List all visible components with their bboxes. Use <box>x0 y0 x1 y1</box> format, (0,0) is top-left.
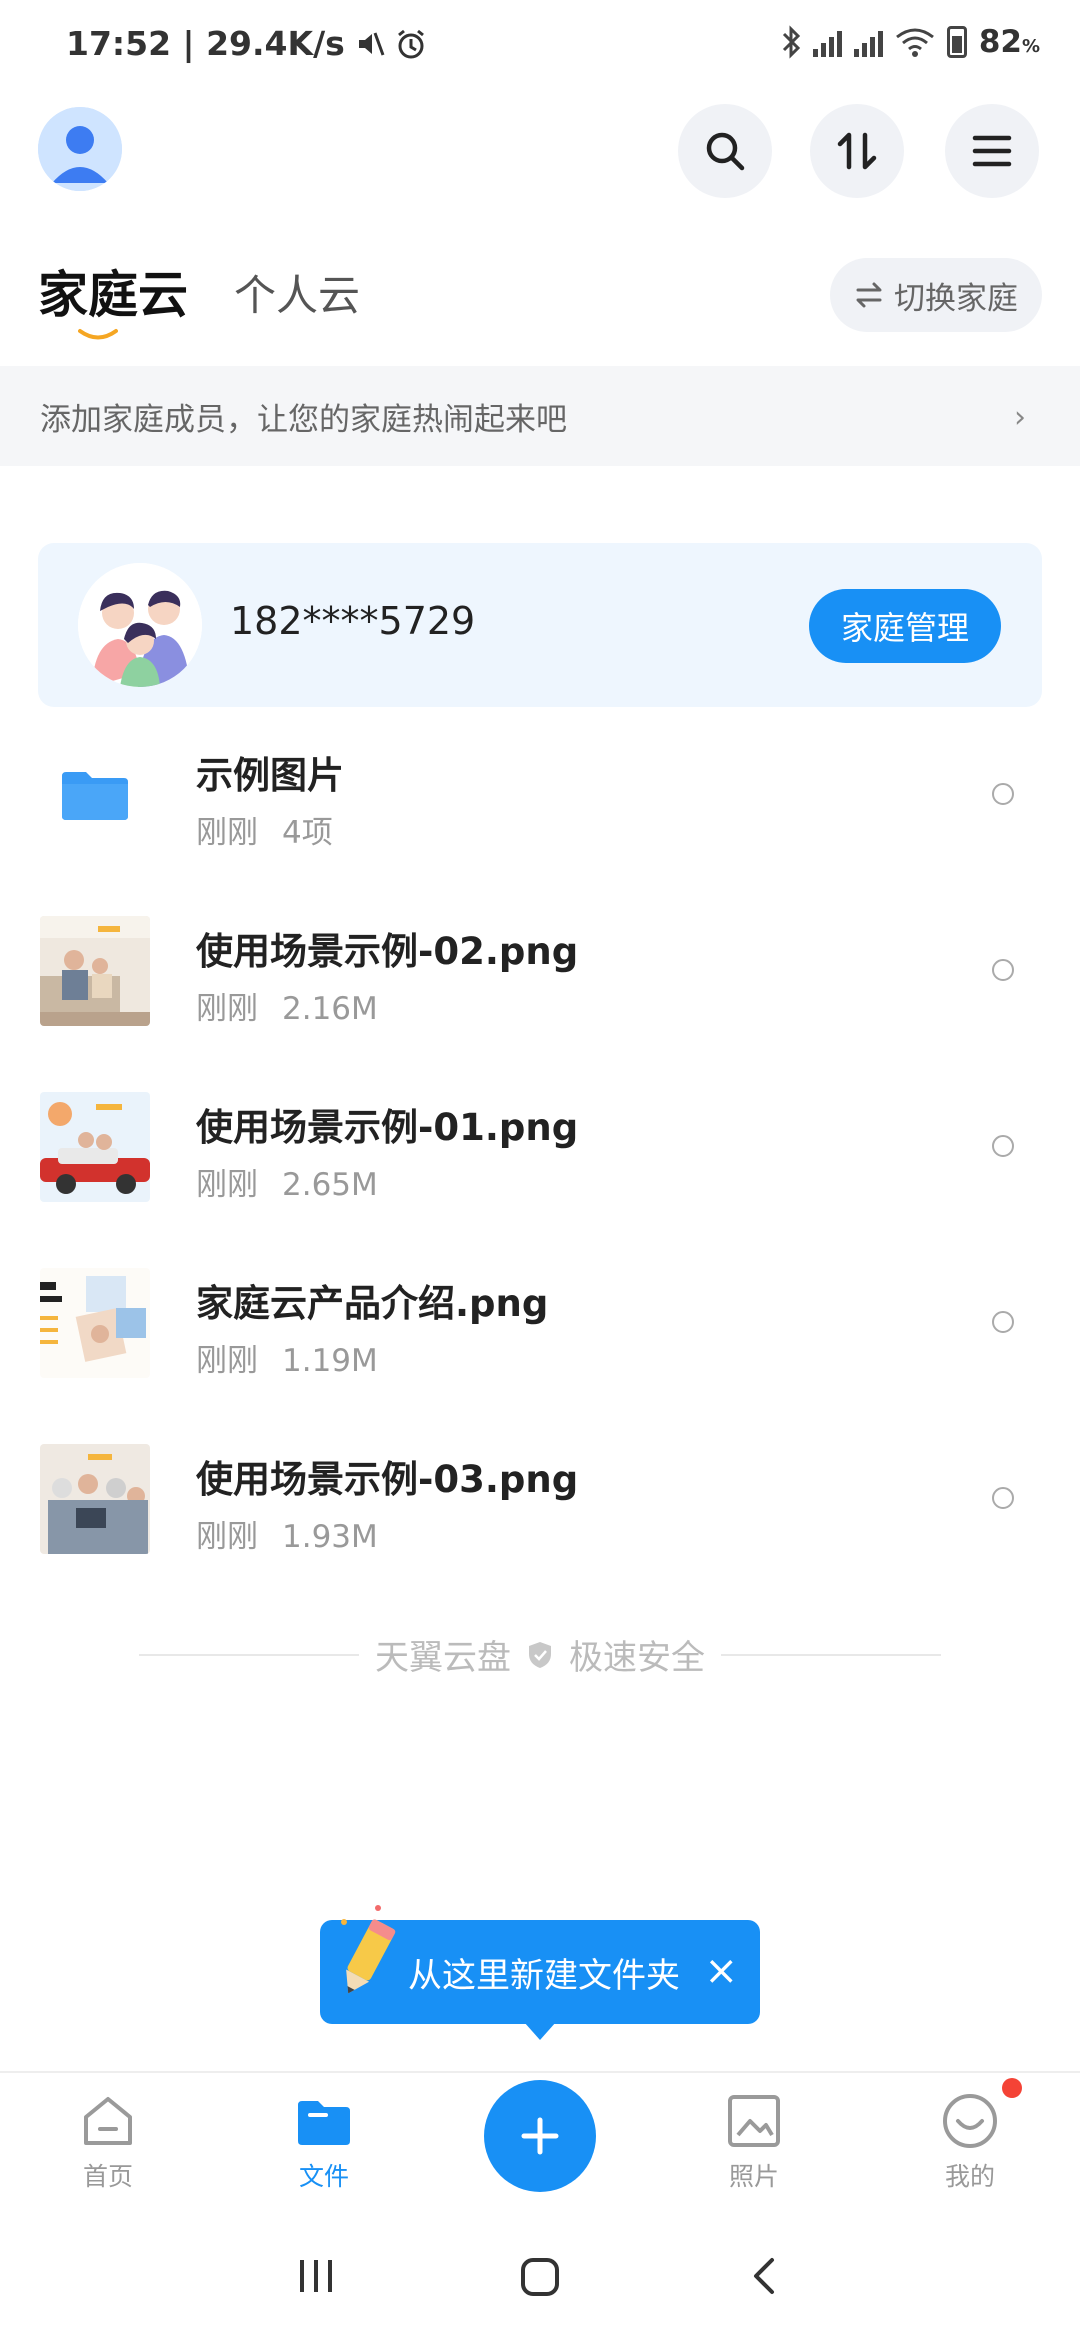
status-bar: 17:52 | 29.4K/s 82% <box>0 0 1080 96</box>
photo-icon <box>728 2095 780 2147</box>
footer-slogan: 天翼云盘 极速安全 <box>0 1630 1080 1679</box>
invite-text: 添加家庭成员，让您的家庭热闹起来吧 <box>40 401 567 438</box>
select-radio[interactable] <box>992 1487 1014 1509</box>
close-icon[interactable]: × <box>704 1946 738 1996</box>
chevron-right-icon: › <box>1014 400 1026 435</box>
file-name: 家庭云产品介绍.png <box>196 1282 549 1325</box>
tab-underline <box>78 329 118 340</box>
switch-family-button[interactable]: 切换家庭 <box>830 258 1042 332</box>
recents-icon[interactable] <box>296 2256 336 2296</box>
list-item[interactable]: 示例图片 刚刚 4项 <box>0 707 1080 883</box>
search-icon <box>706 132 745 171</box>
list-item[interactable]: 家庭云产品介绍.png 刚刚 1.19M <box>0 1235 1080 1411</box>
list-item[interactable]: 使用场景示例-03.png 刚刚 1.93M <box>0 1411 1080 1587</box>
select-radio[interactable] <box>992 1135 1014 1157</box>
nav-label: 首页 <box>82 2162 133 2191</box>
file-thumb <box>40 1268 150 1378</box>
switch-family-label: 切换家庭 <box>894 280 1018 317</box>
nav-label: 照片 <box>728 2162 779 2191</box>
battery-icon <box>946 26 967 58</box>
family-phone: 182****5729 <box>230 599 476 643</box>
select-radio[interactable] <box>992 959 1014 981</box>
tooltip-text: 从这里新建文件夹 <box>408 1955 680 1996</box>
image-thumbnail-icon <box>40 916 150 1026</box>
family-avatar <box>78 563 202 687</box>
file-meta: 刚刚 2.16M <box>196 991 378 1027</box>
status-time: 17:52 | 29.4K/s <box>66 24 345 63</box>
tab-family-cloud[interactable]: 家庭云 <box>38 255 188 327</box>
file-thumb <box>40 1092 150 1202</box>
family-manage-button[interactable]: 家庭管理 <box>809 589 1001 663</box>
notification-badge <box>1002 2078 1022 2098</box>
signal-icon <box>812 27 842 57</box>
file-meta: 刚刚 1.93M <box>196 1519 378 1555</box>
avatar[interactable] <box>38 107 122 191</box>
nav-mine[interactable]: 我的 <box>900 2091 1040 2193</box>
status-left: 17:52 | 29.4K/s <box>66 24 427 63</box>
smile-icon <box>943 2094 997 2148</box>
nav-files[interactable]: 文件 <box>254 2091 394 2193</box>
home-nav-icon[interactable] <box>519 2256 561 2298</box>
pencil-icon <box>341 1905 396 1994</box>
list-item[interactable]: 使用场景示例-02.png 刚刚 2.16M <box>0 883 1080 1059</box>
menu-icon <box>972 135 1012 167</box>
tab-personal-cloud[interactable]: 个人云 <box>234 262 360 323</box>
search-button[interactable] <box>678 104 772 198</box>
nav-label: 文件 <box>298 2162 349 2191</box>
bluetooth-icon <box>782 25 800 59</box>
plus-icon <box>521 2117 559 2155</box>
nav-home[interactable]: 首页 <box>38 2091 178 2193</box>
family-illustration-icon <box>78 563 202 687</box>
file-meta: 刚刚 2.65M <box>196 1167 378 1203</box>
file-thumb <box>40 740 150 850</box>
home-icon <box>84 2097 132 2145</box>
file-meta: 刚刚 4项 <box>196 815 333 851</box>
avatar-icon <box>38 107 122 191</box>
file-name: 使用场景示例-03.png <box>196 1458 579 1501</box>
file-name: 使用场景示例-01.png <box>196 1106 579 1149</box>
folder-icon <box>62 772 128 820</box>
list-item[interactable]: 使用场景示例-01.png 刚刚 2.65M <box>0 1059 1080 1235</box>
nav-photos[interactable]: 照片 <box>684 2091 824 2193</box>
nav-label: 我的 <box>944 2162 995 2191</box>
file-name: 示例图片 <box>196 754 344 797</box>
file-thumb <box>40 916 150 1026</box>
shield-icon <box>529 1641 551 1668</box>
folder-icon <box>298 2101 350 2145</box>
back-icon[interactable] <box>748 2256 778 2296</box>
mute-icon <box>358 31 385 56</box>
slogan-brand: 天翼云盘 <box>375 1638 511 1678</box>
divider <box>721 1653 941 1656</box>
transfer-icon <box>837 132 877 170</box>
transfer-button[interactable] <box>810 104 904 198</box>
file-thumb <box>40 1444 150 1554</box>
status-right: 82% <box>781 24 1040 60</box>
divider <box>139 1653 359 1656</box>
image-thumbnail-icon <box>40 1092 150 1202</box>
select-radio[interactable] <box>992 783 1014 805</box>
invite-banner[interactable]: 添加家庭成员，让您的家庭热闹起来吧 › <box>0 366 1080 466</box>
battery-level: 82% <box>978 24 1040 60</box>
file-meta: 刚刚 1.19M <box>196 1343 378 1379</box>
file-name: 使用场景示例-02.png <box>196 930 579 973</box>
tooltip-pointer <box>524 2022 556 2040</box>
select-radio[interactable] <box>992 1311 1014 1333</box>
slogan-tagline: 极速安全 <box>569 1638 705 1678</box>
system-nav-bar <box>0 2211 1080 2340</box>
menu-button[interactable] <box>945 104 1039 198</box>
new-folder-tooltip: 从这里新建文件夹 × <box>320 1905 760 2024</box>
switch-icon <box>856 282 882 308</box>
wifi-icon <box>895 28 934 57</box>
add-button[interactable] <box>484 2080 596 2192</box>
signal-hd-icon <box>853 27 883 57</box>
image-thumbnail-icon <box>40 1444 150 1554</box>
alarm-icon <box>397 29 424 58</box>
family-card: 182****5729 家庭管理 <box>38 543 1042 707</box>
image-thumbnail-icon <box>40 1268 150 1378</box>
